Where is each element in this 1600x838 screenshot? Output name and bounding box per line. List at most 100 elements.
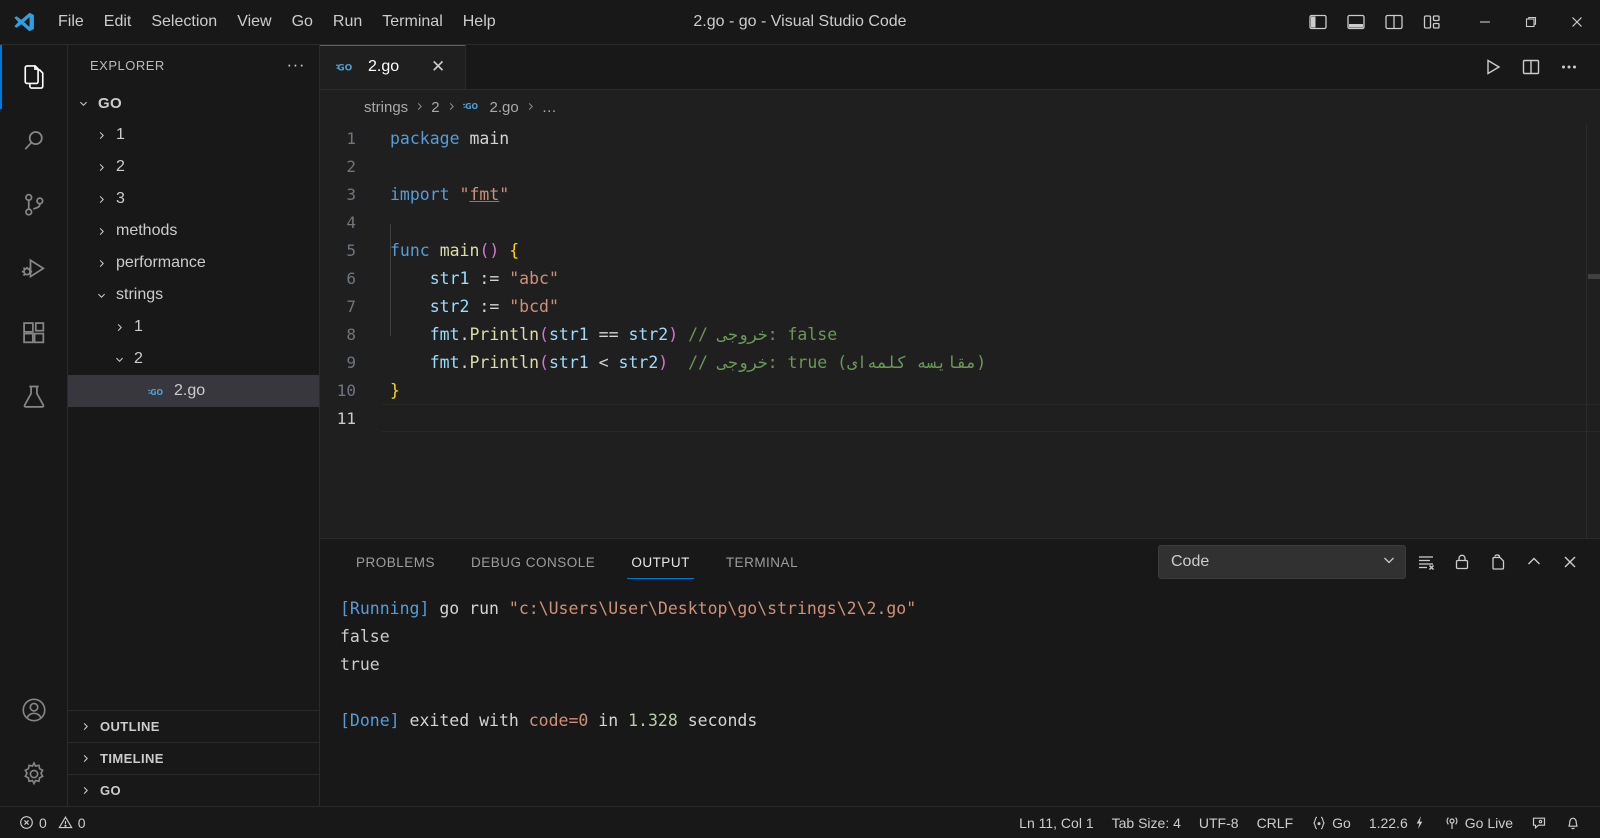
chevron-right-icon[interactable] [92, 162, 110, 173]
code-line-9[interactable]: 9 fmt.Println(str1 < str2) // خروجی: tru… [320, 348, 1600, 376]
chevron-down-icon[interactable] [74, 98, 92, 109]
status-cursor-position[interactable]: Ln 11, Col 1 [1010, 807, 1102, 838]
toggle-primary-sidebar-icon[interactable] [1302, 6, 1334, 38]
code-token: str2 [628, 324, 669, 344]
output-channel-select[interactable]: Code [1158, 545, 1406, 579]
activitybar-source-control-icon[interactable] [0, 173, 68, 237]
minimize-button[interactable] [1462, 0, 1508, 45]
breadcrumb-item-1[interactable]: 2 [431, 99, 439, 116]
code-line-6[interactable]: 6 str1 := "abc" [320, 264, 1600, 292]
run-code-button[interactable] [1476, 50, 1510, 84]
code-line-3[interactable]: 3 import "fmt" [320, 180, 1600, 208]
status-go-live[interactable]: Go Live [1435, 807, 1522, 838]
toggle-secondary-sidebar-icon[interactable] [1378, 6, 1410, 38]
tree-item-go[interactable]: GO [68, 87, 319, 119]
tree-item-strings[interactable]: strings [68, 279, 319, 311]
code-line-7[interactable]: 7 str2 := "bcd" [320, 292, 1600, 320]
tree-item-1[interactable]: 1 [68, 119, 319, 151]
editor-more-actions-button[interactable] [1552, 50, 1586, 84]
customize-layout-icon[interactable] [1416, 6, 1448, 38]
breadcrumb-item-0[interactable]: strings [364, 99, 408, 116]
menu-help[interactable]: Help [453, 0, 506, 44]
breadcrumb-item-3[interactable]: … [542, 99, 557, 116]
menu-edit[interactable]: Edit [94, 0, 142, 44]
code-line-5[interactable]: 5 func main() { [320, 236, 1600, 264]
clear-output-button[interactable] [1410, 546, 1442, 578]
menu-file[interactable]: File [48, 0, 94, 44]
tree-item-2-go[interactable]: GO 2.go [68, 375, 319, 407]
breadcrumb-item-2[interactable]: GO 2.go [462, 99, 519, 116]
scrollbar-thumb[interactable] [1588, 274, 1600, 279]
code-token: ( [539, 324, 549, 344]
chevron-right-icon[interactable] [92, 226, 110, 237]
code-token: " [499, 184, 510, 204]
activitybar-search-icon[interactable] [0, 109, 68, 173]
tree-item-1[interactable]: 1 [68, 311, 319, 343]
chevron-right-icon[interactable] [110, 322, 128, 333]
editor-vertical-scrollbar[interactable] [1586, 124, 1600, 538]
menu-view[interactable]: View [227, 0, 281, 44]
status-language-mode[interactable]: Go [1302, 807, 1360, 838]
code-line-11[interactable]: 11 [320, 404, 1600, 432]
menu-selection[interactable]: Selection [141, 0, 227, 44]
chevron-right-icon[interactable] [92, 258, 110, 269]
status-remote-indicator[interactable] [1522, 807, 1556, 838]
sidebar-section-timeline[interactable]: TIMELINE [68, 742, 319, 774]
code-line-10[interactable]: 10} [320, 376, 1600, 404]
sidebar-section-outline[interactable]: OUTLINE [68, 710, 319, 742]
chevron-down-icon[interactable] [92, 290, 110, 301]
editor-tab-2go[interactable]: GO 2.go ✕ [320, 45, 467, 89]
status-notifications-bell-icon[interactable] [1556, 807, 1590, 838]
code-editor[interactable]: 1 package main 2 3 import "fmt" 4 5 func main()… [320, 124, 1600, 538]
code-line-8[interactable]: 8 fmt.Println(str1 == str2) // خروجی: fa… [320, 320, 1600, 348]
code-line-1[interactable]: 1 package main [320, 124, 1600, 152]
toggle-panel-icon[interactable] [1340, 6, 1372, 38]
activitybar-manage-settings-icon[interactable] [0, 742, 68, 806]
status-eol[interactable]: CRLF [1248, 807, 1303, 838]
activitybar-extensions-icon[interactable] [0, 301, 68, 365]
status-go-version[interactable]: 1.22.6 [1360, 807, 1435, 838]
status-go-live-label: Go Live [1464, 814, 1513, 831]
panel-tab-debug-console[interactable]: DEBUG CONSOLE [457, 539, 609, 585]
code-token: "bcd" [509, 296, 559, 316]
status-indentation[interactable]: Tab Size: 4 [1103, 807, 1190, 838]
sidebar-section-go[interactable]: GO [68, 774, 319, 806]
code-line-2[interactable]: 2 [320, 152, 1600, 180]
code-token: { [509, 240, 520, 260]
explorer-more-actions-icon[interactable]: ··· [287, 55, 311, 75]
chevron-right-icon[interactable] [92, 130, 110, 141]
activitybar-explorer-icon[interactable] [0, 45, 68, 109]
menu-terminal[interactable]: Terminal [372, 0, 452, 44]
chevron-right-icon[interactable] [92, 194, 110, 205]
tree-item-3[interactable]: 3 [68, 183, 319, 215]
menu-go[interactable]: Go [282, 0, 323, 44]
lock-scrolling-icon[interactable] [1446, 546, 1478, 578]
sidebar-section-label: TIMELINE [100, 751, 164, 766]
status-bar-right: Ln 11, Col 1 Tab Size: 4 UTF-8 CRLF Go 1… [1010, 807, 1600, 838]
menu-run[interactable]: Run [323, 0, 372, 44]
maximize-button[interactable] [1508, 0, 1554, 45]
chevron-down-icon[interactable] [110, 354, 128, 365]
tree-item-performance[interactable]: performance [68, 247, 319, 279]
tree-item-methods[interactable]: methods [68, 215, 319, 247]
breadcrumb-label: … [541, 98, 557, 116]
status-problems[interactable]: 0 0 [10, 807, 95, 838]
code-line-4[interactable]: 4 [320, 208, 1600, 236]
activitybar-accounts-icon[interactable] [0, 678, 68, 742]
activitybar-testing-icon[interactable] [0, 365, 68, 429]
close-window-button[interactable] [1554, 0, 1600, 45]
open-output-in-editor-icon[interactable] [1482, 546, 1514, 578]
split-editor-right-button[interactable] [1514, 50, 1548, 84]
panel-tab-problems[interactable]: PROBLEMS [342, 539, 449, 585]
panel-tab-terminal[interactable]: TERMINAL [712, 539, 812, 585]
maximize-panel-icon[interactable] [1518, 546, 1550, 578]
close-icon[interactable]: ✕ [425, 54, 451, 80]
activitybar-run-and-debug-icon[interactable] [0, 237, 68, 301]
status-encoding[interactable]: UTF-8 [1190, 807, 1248, 838]
close-panel-icon[interactable] [1554, 546, 1586, 578]
tree-item-2[interactable]: 2 [68, 151, 319, 183]
tree-item-2[interactable]: 2 [68, 343, 319, 375]
output-panel-body[interactable]: [Running] go run "c:\Users\User\Desktop\… [320, 585, 1600, 806]
panel-tab-output[interactable]: OUTPUT [617, 539, 704, 585]
